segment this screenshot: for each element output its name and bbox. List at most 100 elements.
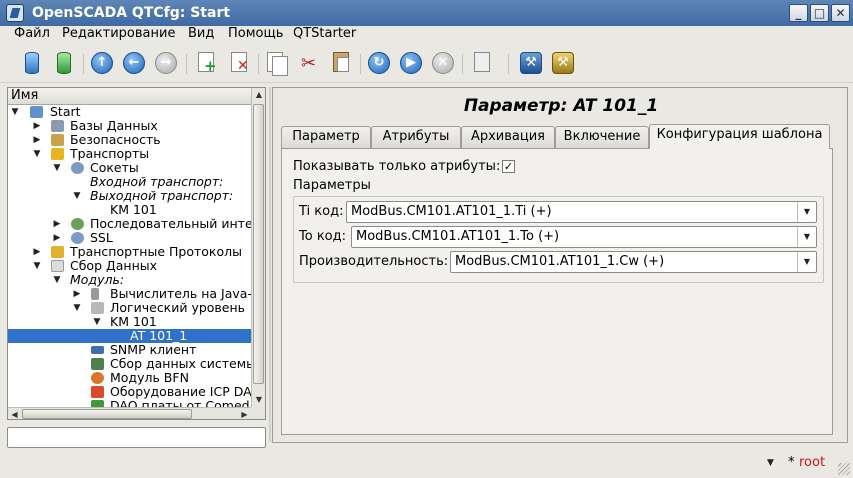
show-only-attrs-label: Показывать только атрибуты:	[293, 159, 501, 174]
tree-item-serial[interactable]: ▶ Последовательный инте	[8, 217, 251, 231]
menu-view[interactable]: Вид	[188, 26, 214, 41]
refresh-icon[interactable]: ↻	[366, 50, 392, 76]
add-item-icon[interactable]: +	[193, 50, 219, 76]
cut-icon[interactable]: ✂	[296, 50, 322, 76]
tree-item-bfn[interactable]: Модуль BFN	[8, 371, 251, 385]
start-icon[interactable]: ▶	[398, 50, 424, 76]
performance-combo[interactable]: ModBus.CM101.AT101_1.Cw (+) ▼	[450, 251, 817, 273]
tree-item-at101-1[interactable]: AT 101_1	[8, 329, 251, 343]
qtcfg-icon[interactable]: ⚒	[518, 50, 544, 76]
tree-item-start[interactable]: ▼ Start	[8, 105, 251, 119]
tree-item-db[interactable]: ▶ Базы Данных	[8, 119, 251, 133]
tree-item-km101[interactable]: ▼ KM 101	[8, 315, 251, 329]
expand-arrow-icon[interactable]: ▼	[92, 315, 102, 329]
to-code-combo[interactable]: ModBus.CM101.AT101_1.To (+) ▼	[351, 226, 817, 248]
scroll-up-icon[interactable]: ▲	[252, 88, 265, 102]
tab-template-config[interactable]: Конфигурация шаблона	[649, 124, 830, 149]
minimize-button[interactable]: _	[789, 4, 808, 22]
paste-icon[interactable]	[328, 50, 354, 76]
scroll-thumb-horizontal[interactable]	[22, 409, 192, 419]
tree-item-ssl[interactable]: ▶ SSL	[8, 231, 251, 245]
resize-grip-icon[interactable]	[838, 463, 850, 475]
menu-qtstarter[interactable]: QTStarter	[293, 26, 356, 41]
tab-archiving[interactable]: Архивация	[461, 126, 555, 148]
collapsed-arrow-icon[interactable]: ▶	[52, 217, 62, 231]
tree-item-logic-level[interactable]: ▼ Логический уровень	[8, 301, 251, 315]
transport-icon	[51, 148, 64, 160]
expand-arrow-icon[interactable]: ▼	[32, 147, 42, 161]
ti-code-combo[interactable]: ModBus.CM101.AT101_1.Ti (+) ▼	[346, 201, 817, 223]
manual-icon[interactable]	[469, 50, 495, 76]
expand-arrow-icon[interactable]: ▼	[32, 259, 42, 273]
performance-value: ModBus.CM101.AT101_1.Cw (+)	[455, 254, 665, 269]
tree-item-system[interactable]: Сбор данных системы	[8, 357, 251, 371]
ti-code-label: Ti код:	[299, 204, 344, 219]
db-save-icon[interactable]	[51, 50, 77, 76]
scroll-down-icon[interactable]: ▼	[252, 393, 265, 407]
menu-edit[interactable]: Редактирование	[62, 26, 175, 41]
chevron-down-icon[interactable]: ▼	[797, 252, 816, 272]
database-icon	[51, 120, 64, 132]
tree-horizontal-scrollbar[interactable]: ◀ ▶	[8, 407, 251, 419]
tree-item-km101-transport[interactable]: KM 101	[8, 203, 251, 217]
tree-item-module[interactable]: ▼ Модуль:	[8, 273, 251, 287]
tree-item-daq[interactable]: ▼ Сбор Данных	[8, 259, 251, 273]
board-icon	[91, 400, 104, 407]
tree-item-icp[interactable]: Оборудование ICP DA	[8, 385, 251, 399]
close-button[interactable]: ✕	[831, 4, 850, 22]
tree-item-sockets[interactable]: ▼ Сокеты	[8, 161, 251, 175]
tree-item-input-transport[interactable]: Входной транспорт:	[8, 175, 251, 189]
up-icon[interactable]: ↑	[89, 50, 115, 76]
tab-enable[interactable]: Включение	[555, 126, 649, 148]
collapsed-arrow-icon[interactable]: ▶	[72, 287, 82, 301]
expand-arrow-icon[interactable]: ▼	[10, 105, 20, 119]
collapsed-arrow-icon[interactable]: ▶	[32, 245, 42, 259]
chevron-down-icon[interactable]: ▼	[797, 227, 816, 247]
tree-item-transports[interactable]: ▼ Транспорты	[8, 147, 251, 161]
menu-file[interactable]: Файл	[14, 26, 50, 41]
scroll-left-icon[interactable]: ◀	[8, 408, 21, 419]
tree-column-header[interactable]: Имя	[8, 88, 251, 105]
scroll-thumb[interactable]	[253, 104, 264, 384]
expand-arrow-icon[interactable]: ▼	[52, 161, 62, 175]
tab-attributes[interactable]: Атрибуты	[371, 126, 461, 148]
tree-vertical-scrollbar[interactable]: ▲ ▼	[251, 88, 265, 407]
collapsed-arrow-icon[interactable]: ▶	[32, 133, 42, 147]
chart-icon	[51, 260, 64, 272]
show-only-attrs-checkbox[interactable]: ✓	[502, 160, 515, 173]
delete-item-icon[interactable]: ✕	[226, 50, 252, 76]
tree-item-comedi[interactable]: DAQ платы от Comed	[8, 399, 251, 407]
tab-parameter[interactable]: Параметр	[281, 126, 371, 148]
panel-splitter[interactable]	[269, 87, 271, 442]
expand-arrow-icon[interactable]: ▼	[72, 301, 82, 315]
forward-icon[interactable]: →	[153, 50, 179, 76]
status-bar: ▼ * root	[0, 450, 853, 478]
ti-code-value: ModBus.CM101.AT101_1.Ti (+)	[351, 204, 552, 219]
uiprj-icon[interactable]: ⚒	[550, 50, 576, 76]
maximize-button[interactable]: □	[810, 4, 829, 22]
current-user[interactable]: root	[799, 455, 825, 470]
to-code-value: ModBus.CM101.AT101_1.To (+)	[356, 229, 560, 244]
stop-icon[interactable]: ✕	[430, 50, 456, 76]
db-load-icon[interactable]	[19, 50, 45, 76]
menu-help[interactable]: Помощь	[228, 26, 283, 41]
calculator-icon	[91, 288, 99, 300]
status-dropdown-icon[interactable]: ▼	[767, 458, 774, 468]
collapsed-arrow-icon[interactable]: ▶	[52, 231, 62, 245]
scroll-right-icon[interactable]: ▶	[238, 408, 251, 419]
tree-item-protocols[interactable]: ▶ Транспортные Протоколы	[8, 245, 251, 259]
back-icon[interactable]: ←	[121, 50, 147, 76]
tree-item-security[interactable]: ▶ Безопасность	[8, 133, 251, 147]
modified-indicator: *	[788, 455, 795, 470]
tree-item-snmp[interactable]: SNMP клиент	[8, 343, 251, 357]
title-bar: OpenSCADA QTCfg: Start _ □ ✕	[0, 0, 853, 26]
tree-item-output-transport[interactable]: ▼ Выходной транспорт:	[8, 189, 251, 203]
info-field[interactable]	[7, 427, 266, 448]
chevron-down-icon[interactable]: ▼	[797, 202, 816, 222]
copy-icon[interactable]	[264, 50, 290, 76]
tree-item-java[interactable]: ▶ Вычислитель на Java-	[8, 287, 251, 301]
expand-arrow-icon[interactable]: ▼	[52, 273, 62, 287]
parameters-label: Параметры	[293, 178, 371, 193]
expand-arrow-icon[interactable]: ▼	[72, 189, 82, 203]
collapsed-arrow-icon[interactable]: ▶	[32, 119, 42, 133]
